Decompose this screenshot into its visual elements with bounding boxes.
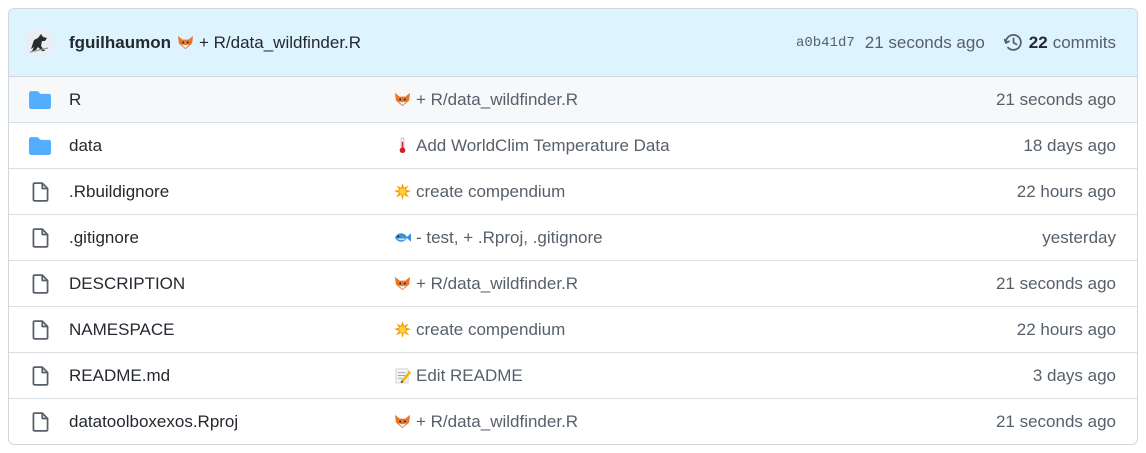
file-icon bbox=[29, 411, 51, 433]
commit-sha[interactable]: a0b41d7 bbox=[796, 35, 855, 51]
file-name-link[interactable]: DESCRIPTION bbox=[69, 274, 185, 294]
file-list: R + R/data_wildfinder.R 21 seconds ago data… bbox=[9, 77, 1137, 444]
commit-count: 22 bbox=[1028, 32, 1048, 52]
file-icon bbox=[32, 273, 48, 294]
commit-message-link[interactable]: + R/data_wildfinder.R bbox=[394, 274, 578, 294]
folder-icon bbox=[29, 90, 51, 109]
latest-commit-bar: fguilhaumon + R/data_wildfinder.R a0b41d… bbox=[9, 9, 1137, 77]
file-icon bbox=[32, 365, 48, 386]
file-icon bbox=[32, 319, 48, 340]
folder-icon bbox=[29, 136, 51, 155]
commit-message-link[interactable]: + R/data_wildfinder.R bbox=[394, 412, 578, 432]
commit-message-text: + R/data_wildfinder.R bbox=[416, 411, 579, 431]
commit-author[interactable]: fguilhaumon bbox=[69, 33, 171, 53]
commit-message-text: Edit README bbox=[416, 365, 523, 385]
commit-message-link[interactable]: create compendium bbox=[394, 320, 565, 340]
file-row[interactable]: README.md Edit README 3 days ago bbox=[9, 352, 1137, 398]
file-icon bbox=[32, 411, 48, 432]
history-icon bbox=[1003, 34, 1022, 51]
commit-message-text: + R/data_wildfinder.R bbox=[416, 273, 579, 293]
file-browser: fguilhaumon + R/data_wildfinder.R a0b41d… bbox=[8, 8, 1138, 445]
commit-age: 22 hours ago bbox=[1016, 181, 1116, 201]
folder-icon bbox=[29, 135, 51, 157]
commit-message-text: Add WorldClim Temperature Data bbox=[416, 135, 670, 155]
thermometer-emoji-icon bbox=[399, 137, 406, 154]
file-row[interactable]: data Add WorldClim Temperature Data 18 day… bbox=[9, 122, 1137, 168]
file-row[interactable]: NAMESPACE create compendium 22 hours ago bbox=[9, 306, 1137, 352]
fox-emoji-icon bbox=[394, 92, 411, 107]
commit-message-link[interactable]: - test, + .Rproj, .gitignore bbox=[394, 228, 603, 248]
file-row[interactable]: R + R/data_wildfinder.R 21 seconds ago bbox=[9, 77, 1137, 122]
commits-label: commits bbox=[1052, 32, 1116, 52]
file-name-link[interactable]: .gitignore bbox=[69, 228, 139, 248]
file-name-link[interactable]: NAMESPACE bbox=[69, 320, 175, 340]
file-icon bbox=[29, 365, 51, 387]
file-row[interactable]: .Rbuildignore create compendium 22 hours a… bbox=[9, 168, 1137, 214]
dog-avatar-icon bbox=[29, 33, 49, 53]
commit-message-link[interactable]: + R/data_wildfinder.R bbox=[394, 90, 578, 110]
file-row[interactable]: .gitignore - test, + .Rproj, .gitignore ye… bbox=[9, 214, 1137, 260]
fox-emoji-icon bbox=[177, 35, 194, 50]
file-icon bbox=[29, 319, 51, 341]
file-name-link[interactable]: README.md bbox=[69, 366, 170, 386]
author-avatar[interactable] bbox=[25, 28, 53, 57]
commit-age: 21 seconds ago bbox=[995, 89, 1116, 109]
commit-message-link[interactable]: Edit README bbox=[394, 366, 523, 386]
fox-emoji-icon bbox=[394, 414, 411, 429]
collision-emoji-icon bbox=[394, 321, 411, 338]
commit-age: 22 hours ago bbox=[1016, 319, 1116, 339]
fish-emoji-icon bbox=[394, 233, 411, 242]
file-icon bbox=[32, 181, 48, 202]
file-icon bbox=[29, 227, 51, 249]
commit-message-text: - test, + .Rproj, .gitignore bbox=[416, 227, 603, 247]
file-icon bbox=[32, 227, 48, 248]
commit-age: 18 days ago bbox=[1023, 135, 1116, 155]
file-icon bbox=[29, 181, 51, 203]
file-name-link[interactable]: datatoolboxexos.Rproj bbox=[69, 412, 238, 432]
commit-age: 21 seconds ago bbox=[995, 273, 1116, 293]
file-icon bbox=[29, 273, 51, 295]
memo-emoji-icon bbox=[395, 368, 411, 384]
file-row[interactable]: datatoolboxexos.Rproj + R/data_wildfinder… bbox=[9, 398, 1137, 444]
commit-message-text: create compendium bbox=[416, 319, 566, 339]
commit-message-link[interactable]: create compendium bbox=[394, 182, 565, 202]
commit-meta: a0b41d7 21 seconds ago 22 commits bbox=[796, 9, 1116, 76]
commit-message-text: + R/data_wildfinder.R bbox=[416, 89, 579, 109]
commit-time: 21 seconds ago bbox=[864, 32, 985, 52]
latest-commit-text: + R/data_wildfinder.R bbox=[198, 32, 362, 52]
commit-age: yesterday bbox=[1042, 227, 1116, 247]
latest-commit-message[interactable]: + R/data_wildfinder.R bbox=[177, 33, 361, 53]
commits-link[interactable]: 22 commits bbox=[1003, 32, 1116, 53]
collision-emoji-icon bbox=[394, 183, 411, 200]
file-name-link[interactable]: data bbox=[69, 136, 102, 156]
folder-icon bbox=[29, 89, 51, 111]
file-name-link[interactable]: R bbox=[69, 90, 81, 110]
file-name-link[interactable]: .Rbuildignore bbox=[69, 182, 169, 202]
commit-age: 3 days ago bbox=[1032, 365, 1116, 385]
file-row[interactable]: DESCRIPTION + R/data_wildfinder.R 21 secon… bbox=[9, 260, 1137, 306]
commit-age: 21 seconds ago bbox=[995, 411, 1116, 431]
commit-message-link[interactable]: Add WorldClim Temperature Data bbox=[394, 136, 670, 156]
fox-emoji-icon bbox=[394, 276, 411, 291]
commit-message-text: create compendium bbox=[416, 181, 566, 201]
